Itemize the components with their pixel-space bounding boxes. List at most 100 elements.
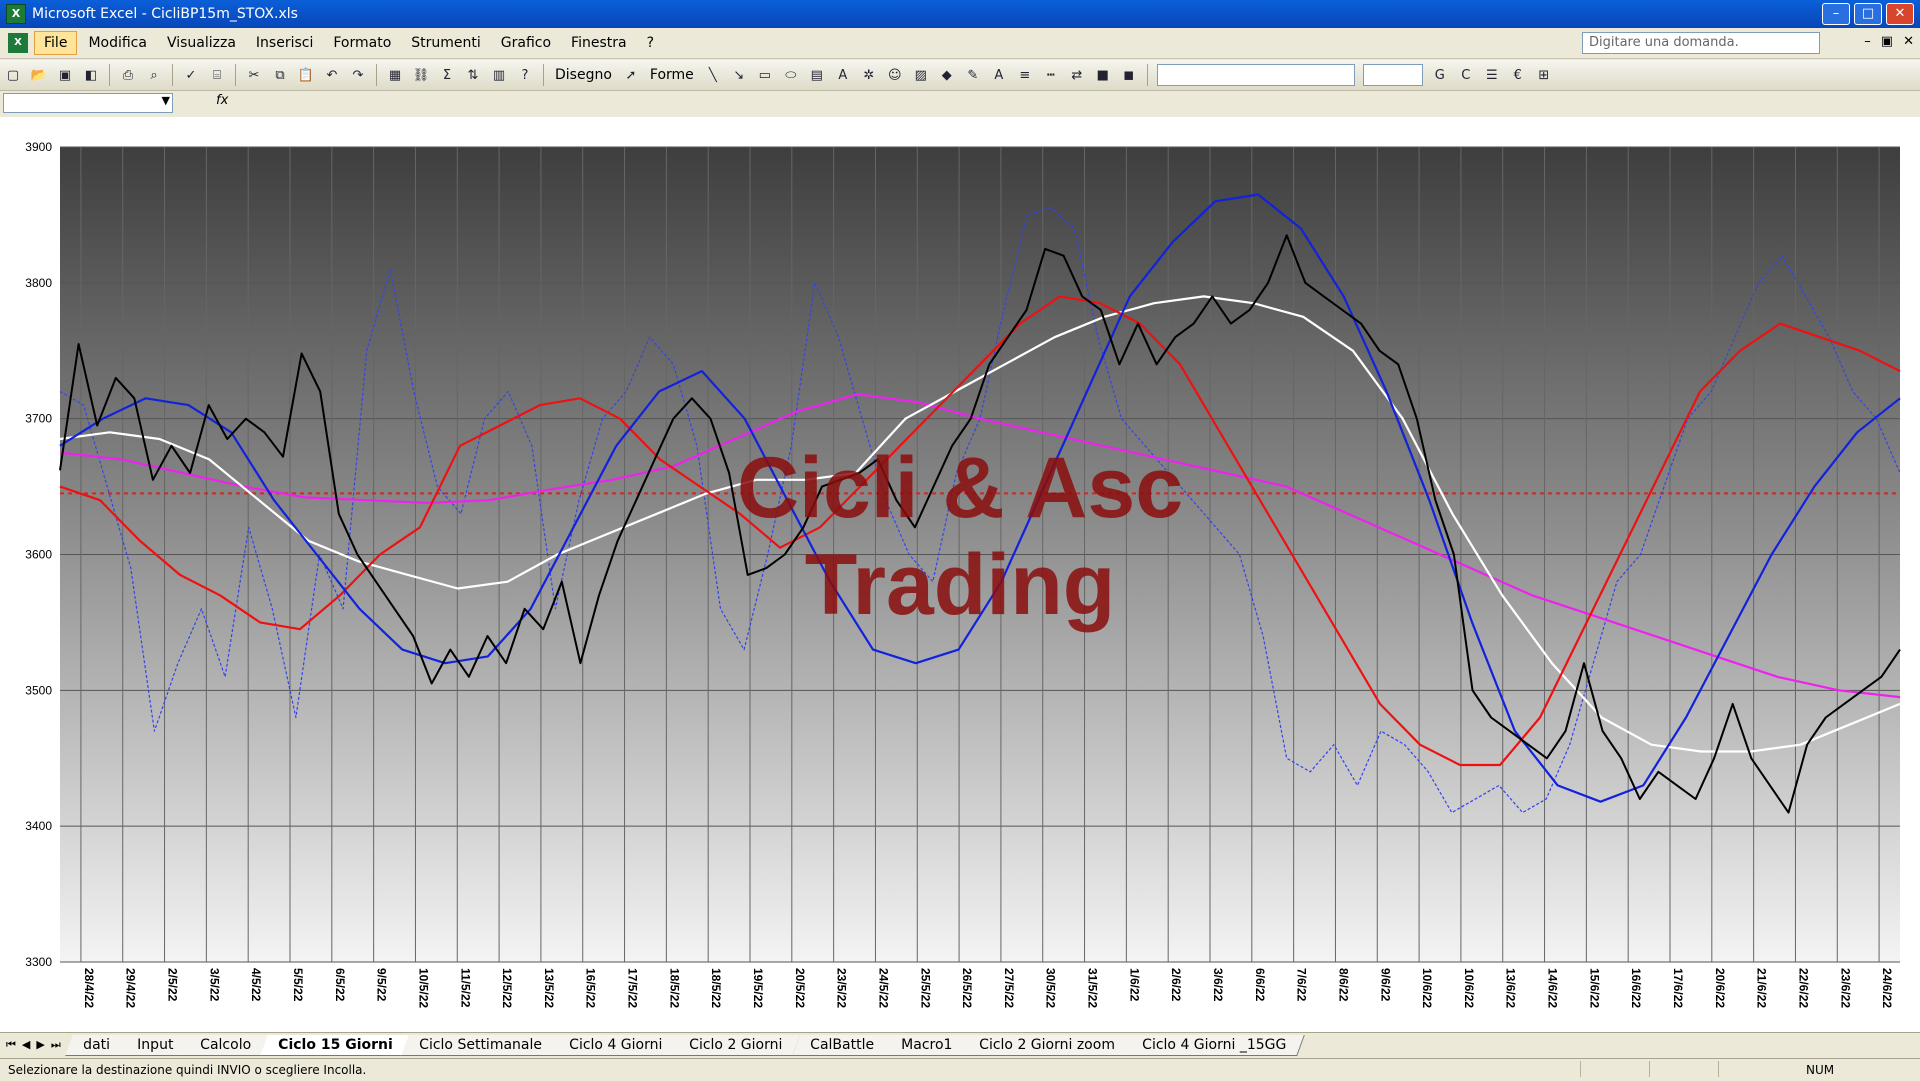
borders-icon[interactable]: ⊞ — [1534, 65, 1554, 85]
spelling-icon[interactable]: ✓ — [181, 65, 201, 85]
shadow-icon[interactable]: ■ — [1093, 65, 1113, 85]
x-tick-label: 23/5/22 — [835, 968, 849, 1008]
first-sheet-icon[interactable]: ⏮ — [6, 1038, 16, 1052]
new-icon[interactable]: ▢ — [3, 65, 23, 85]
last-sheet-icon[interactable]: ⏭ — [51, 1038, 61, 1052]
sort-icon[interactable]: ⇅ — [463, 65, 483, 85]
line-color-icon[interactable]: ✎ — [963, 65, 983, 85]
save-icon[interactable]: ▣ — [55, 65, 75, 85]
close-button[interactable]: ✕ — [1886, 3, 1914, 25]
x-axis: 28/4/22 29/4/22 2/5/22 3/5/22 4/5/22 5/5/22 6/… — [82, 968, 1894, 1008]
arrow-style-icon[interactable]: ⇄ — [1067, 65, 1087, 85]
redo-icon[interactable]: ↷ — [348, 65, 368, 85]
maximize-button[interactable]: □ — [1854, 3, 1882, 25]
doc-close-button[interactable]: ✕ — [1903, 34, 1914, 49]
rectangle-icon[interactable]: ▭ — [755, 65, 775, 85]
y-tick-label: 3700 — [25, 412, 52, 426]
textbox-icon[interactable]: ▤ — [807, 65, 827, 85]
research-icon[interactable]: ⌸ — [207, 65, 227, 85]
menu-inserisci[interactable]: Inserisci — [247, 32, 322, 54]
copy-icon[interactable]: ⧉ — [270, 65, 290, 85]
sheet-tab[interactable]: Ciclo 2 Giorni — [671, 1034, 802, 1056]
sheet-tab[interactable]: Ciclo 2 Giorni zoom — [961, 1034, 1134, 1056]
hyperlink-icon[interactable]: ⛓ — [411, 65, 431, 85]
sheet-tab[interactable]: dati — [64, 1034, 129, 1056]
wordart-icon[interactable]: A — [833, 65, 853, 85]
menu-strumenti[interactable]: Strumenti — [402, 32, 490, 54]
menu-help[interactable]: ? — [638, 32, 663, 54]
workbook-icon[interactable]: X — [8, 33, 28, 53]
line-style-icon[interactable]: ≡ — [1015, 65, 1035, 85]
excel-app-icon[interactable]: X — [6, 4, 26, 24]
disegno-menu[interactable]: Disegno — [555, 67, 612, 83]
sheet-tab[interactable]: Input — [118, 1034, 192, 1056]
menu-formato[interactable]: Formato — [324, 32, 400, 54]
menu-file[interactable]: File — [34, 31, 78, 55]
sheet-tab[interactable]: Ciclo 4 Giorni — [551, 1034, 682, 1056]
help-question-input[interactable]: Digitare una domanda. — [1582, 32, 1820, 54]
chart-wizard-icon[interactable]: ▦ — [385, 65, 405, 85]
menu-modifica[interactable]: Modifica — [79, 32, 156, 54]
arrow-icon[interactable]: ↘ — [729, 65, 749, 85]
sheet-tab[interactable]: Ciclo 4 Giorni _15GG — [1123, 1034, 1305, 1056]
x-tick-label: 29/4/22 — [124, 968, 138, 1008]
clipart-icon[interactable]: ☺ — [885, 65, 905, 85]
font-color-icon[interactable]: A — [989, 65, 1009, 85]
bold-icon[interactable]: G — [1430, 65, 1450, 85]
font-name-combo[interactable] — [1156, 64, 1355, 86]
print-icon[interactable]: ⎙ — [118, 65, 138, 85]
menu-grafico[interactable]: Grafico — [492, 32, 560, 54]
x-tick-label: 10/5/22 — [416, 968, 430, 1008]
sheet-tab-label: Calcolo — [200, 1036, 252, 1053]
sheet-tab-label: Input — [136, 1036, 174, 1053]
sheet-tab[interactable]: Calcolo — [182, 1034, 270, 1056]
chart-svg[interactable]: 3900 3800 3700 3600 3500 3400 3300 28/4/22 29/4… — [0, 117, 1920, 1032]
x-tick-label: 10/6/22 — [1420, 968, 1434, 1008]
standard-toolbar: ▢ 📂 ▣ ◧ ⎙ ⌕ ✓ ⌸ ✂ ⧉ 📋 ↶ ↷ ▦ ⛓ Σ ⇅ ▥ ? Di… — [0, 60, 1920, 91]
autosum-icon[interactable]: Σ — [437, 65, 457, 85]
forme-menu[interactable]: Forme — [650, 67, 694, 83]
line-icon[interactable]: ╲ — [703, 65, 723, 85]
dash-style-icon[interactable]: ┅ — [1041, 65, 1061, 85]
undo-icon[interactable]: ↶ — [322, 65, 342, 85]
name-box[interactable]: ▼ — [3, 93, 173, 113]
x-tick-label: 26/5/22 — [960, 968, 974, 1008]
pointer-icon[interactable]: ➚ — [621, 65, 641, 85]
3d-icon[interactable]: ◼ — [1119, 65, 1139, 85]
x-tick-label: 20/6/22 — [1713, 968, 1727, 1008]
menu-finestra[interactable]: Finestra — [562, 32, 636, 54]
chart-area[interactable]: 3900 3800 3700 3600 3500 3400 3300 28/4/22 29/4… — [0, 117, 1920, 1037]
doc-restore-button[interactable]: ▣ — [1881, 34, 1893, 49]
euro-icon[interactable]: € — [1508, 65, 1528, 85]
chevron-down-icon[interactable]: ▼ — [162, 94, 170, 107]
x-tick-label: 13/6/22 — [1504, 968, 1518, 1008]
prev-sheet-icon[interactable]: ◀ — [22, 1038, 30, 1052]
align-icon[interactable]: ☰ — [1482, 65, 1502, 85]
oval-icon[interactable]: ⬭ — [781, 65, 801, 85]
print-preview-icon[interactable]: ⌕ — [144, 65, 164, 85]
next-sheet-icon[interactable]: ▶ — [36, 1038, 44, 1052]
menu-visualizza[interactable]: Visualizza — [158, 32, 245, 54]
minimize-button[interactable]: – — [1822, 3, 1850, 25]
y-axis: 3900 3800 3700 3600 3500 3400 3300 — [25, 140, 52, 969]
fill-color-icon[interactable]: ◆ — [937, 65, 957, 85]
x-tick-label: 16/6/22 — [1629, 968, 1643, 1008]
sheet-tab[interactable]: Ciclo 15 Giorni — [260, 1034, 412, 1056]
x-tick-label: 30/5/22 — [1044, 968, 1058, 1008]
doc-minimize-button[interactable]: – — [1864, 34, 1871, 49]
italic-icon[interactable]: C — [1456, 65, 1476, 85]
cut-icon[interactable]: ✂ — [244, 65, 264, 85]
open-icon[interactable]: 📂 — [29, 65, 49, 85]
picture-icon[interactable]: ▨ — [911, 65, 931, 85]
permission-icon[interactable]: ◧ — [81, 65, 101, 85]
sheet-tab[interactable]: Macro1 — [882, 1034, 971, 1056]
help-icon[interactable]: ? — [515, 65, 535, 85]
sheet-tabs-bar: ⏮ ◀ ▶ ⏭ dati Input Calcolo Ciclo 15 Giorni C… — [0, 1032, 1920, 1057]
font-size-combo[interactable] — [1362, 64, 1423, 86]
chart-icon[interactable]: ▥ — [489, 65, 509, 85]
paste-icon[interactable]: 📋 — [296, 65, 316, 85]
diagram-icon[interactable]: ✲ — [859, 65, 879, 85]
sheet-tab[interactable]: Ciclo Settimanale — [401, 1034, 562, 1056]
sheet-tab-label: Ciclo 2 Giorni — [689, 1036, 783, 1053]
sheet-tab[interactable]: CalBattle — [791, 1034, 893, 1056]
